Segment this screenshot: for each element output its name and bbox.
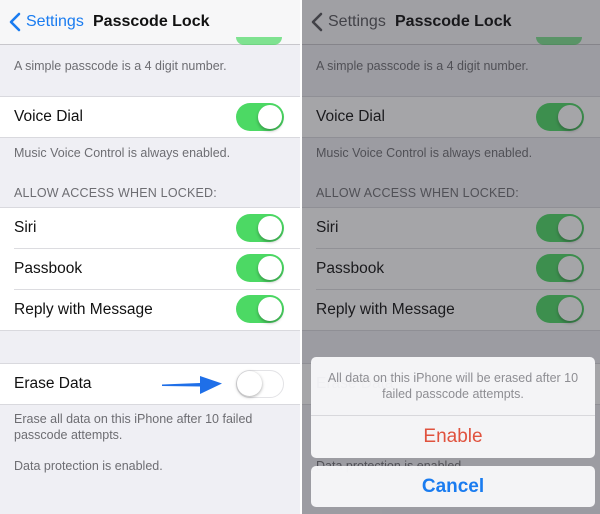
voice-dial-switch[interactable] bbox=[236, 103, 284, 131]
data-protection-footer: Data protection is enabled. bbox=[14, 459, 163, 473]
back-label: Settings bbox=[26, 13, 84, 30]
reply-with-message-label: Reply with Message bbox=[14, 300, 153, 318]
reply-with-message-row[interactable]: Reply with Message bbox=[0, 289, 300, 330]
erase-data-switch[interactable] bbox=[236, 370, 284, 398]
switch-knob bbox=[258, 297, 282, 321]
action-sheet-message: All data on this iPhone will be erased a… bbox=[311, 357, 595, 416]
switch-knob bbox=[237, 371, 262, 396]
page-title: Passcode Lock bbox=[93, 13, 210, 30]
voice-dial-label: Voice Dial bbox=[14, 108, 83, 125]
siri-label: Siri bbox=[14, 219, 37, 236]
reply-with-message-switch[interactable] bbox=[236, 295, 284, 323]
siri-switch[interactable] bbox=[236, 214, 284, 242]
passbook-switch[interactable] bbox=[236, 254, 284, 282]
switch-knob bbox=[258, 216, 282, 240]
simple-passcode-footer: A simple passcode is a 4 digit number. bbox=[14, 59, 227, 73]
passbook-row[interactable]: Passbook bbox=[0, 248, 300, 289]
settings-screen-right: Settings Passcode Lock A simple passcode… bbox=[302, 0, 600, 514]
erase-data-group: Erase Data bbox=[0, 363, 300, 405]
cancel-sheet: Cancel bbox=[311, 466, 595, 507]
voice-dial-row[interactable]: Voice Dial bbox=[0, 97, 300, 137]
simple-passcode-switch-partial[interactable] bbox=[236, 37, 282, 45]
settings-screen-left: Settings Passcode Lock A simple passcode… bbox=[0, 0, 300, 514]
voice-dial-footer: Music Voice Control is always enabled. bbox=[14, 146, 231, 160]
cancel-button[interactable]: Cancel bbox=[311, 466, 595, 507]
erase-data-row[interactable]: Erase Data bbox=[0, 364, 300, 404]
chevron-left-icon bbox=[9, 12, 21, 32]
siri-row[interactable]: Siri bbox=[0, 208, 300, 248]
switch-knob bbox=[258, 256, 282, 280]
erase-data-footer: Erase all data on this iPhone after 10 f… bbox=[14, 412, 253, 442]
back-button[interactable]: Settings bbox=[8, 11, 84, 33]
arrow-right-icon bbox=[162, 376, 222, 394]
enable-button[interactable]: Enable bbox=[311, 416, 595, 458]
passbook-label: Passbook bbox=[14, 259, 83, 277]
action-sheet: All data on this iPhone will be erased a… bbox=[311, 357, 595, 458]
erase-data-label: Erase Data bbox=[14, 375, 92, 392]
voice-dial-group: Voice Dial bbox=[0, 96, 300, 138]
navigation-bar: Settings Passcode Lock bbox=[0, 0, 300, 45]
allow-access-group: Siri Passbook Reply with Message bbox=[0, 207, 300, 331]
switch-knob bbox=[258, 105, 282, 129]
allow-access-header: ALLOW ACCESS WHEN LOCKED: bbox=[14, 186, 217, 200]
